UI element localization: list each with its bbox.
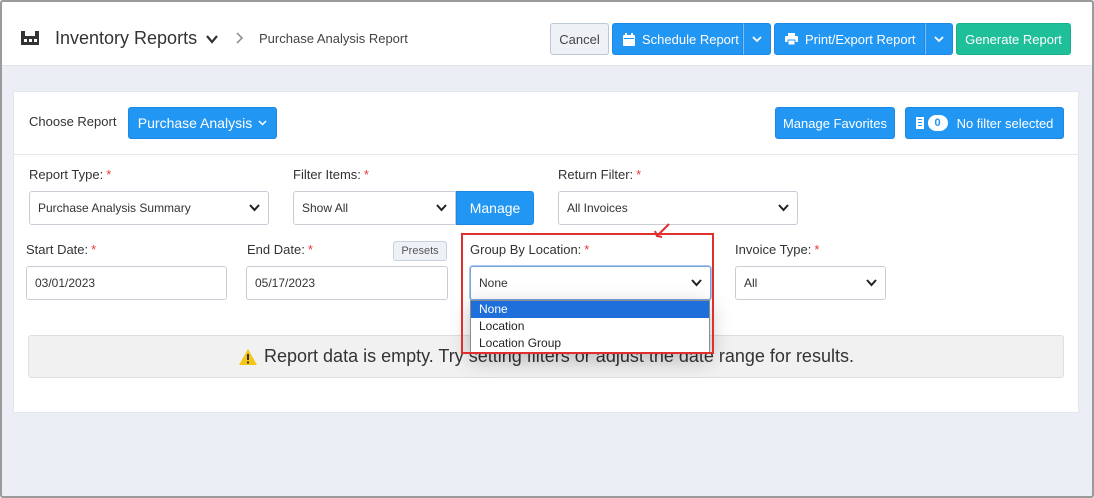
required-marker: * xyxy=(814,242,820,257)
report-type-select[interactable]: Purchase Analysis Summary xyxy=(29,191,269,225)
filter-items-label: Filter Items: * xyxy=(293,167,369,182)
printer-icon xyxy=(785,33,798,45)
group-by-location-label-text: Group By Location: xyxy=(470,242,582,257)
generate-report-button[interactable]: Generate Report xyxy=(956,23,1071,55)
manage-filter-label: Manage xyxy=(469,200,521,216)
filter-status-button[interactable]: 0 No filter selected xyxy=(905,107,1064,139)
print-export-button[interactable]: Print/Export Report xyxy=(774,23,925,55)
chevron-down-icon xyxy=(934,35,944,42)
start-date-label-text: Start Date: xyxy=(26,242,89,257)
chevron-right-icon xyxy=(236,32,244,44)
warning-icon xyxy=(238,348,258,366)
choose-report-value: Purchase Analysis xyxy=(137,115,253,131)
group-by-location-label: Group By Location: * xyxy=(470,242,589,257)
return-filter-label: Return Filter: * xyxy=(558,167,641,182)
presets-label: Presets xyxy=(401,245,439,257)
filter-count-badge: 0 xyxy=(927,115,948,131)
print-export-label: Print/Export Report xyxy=(805,31,916,47)
return-filter-value: All Invoices xyxy=(567,201,628,215)
print-export-dropdown[interactable] xyxy=(925,23,953,55)
chevron-down-icon xyxy=(752,35,762,42)
calendar-icon xyxy=(623,32,635,46)
cancel-label: Cancel xyxy=(559,31,600,47)
dropdown-option[interactable]: Location xyxy=(471,318,709,335)
invoice-type-label-text: Invoice Type: xyxy=(735,242,812,257)
presets-button[interactable]: Presets xyxy=(393,241,447,261)
group-by-location-select[interactable]: None xyxy=(470,266,711,300)
choose-report-button[interactable]: Purchase Analysis xyxy=(128,107,277,139)
schedule-report-button[interactable]: Schedule Report xyxy=(612,23,743,55)
manage-favorites-label: Manage Favorites xyxy=(782,115,888,131)
report-type-value: Purchase Analysis Summary xyxy=(38,201,191,215)
filter-items-value: Show All xyxy=(302,201,349,215)
invoice-type-value: All xyxy=(744,276,758,290)
required-marker: * xyxy=(363,167,369,182)
chevron-down-icon xyxy=(866,279,877,287)
required-marker: * xyxy=(106,167,112,182)
filter-status-label: No filter selected xyxy=(956,115,1054,131)
start-date-input[interactable]: 03/01/2023 xyxy=(26,266,227,300)
group-by-location-value: None xyxy=(479,276,508,290)
chevron-down-icon[interactable] xyxy=(205,32,219,46)
cancel-button[interactable]: Cancel xyxy=(550,23,609,55)
chevron-down-icon xyxy=(691,279,702,287)
report-type-label: Report Type: * xyxy=(29,167,111,182)
breadcrumb: Purchase Analysis Report xyxy=(259,31,408,46)
manage-favorites-button[interactable]: Manage Favorites xyxy=(775,107,895,139)
generate-report-label: Generate Report xyxy=(965,31,1062,47)
invoice-type-label: Invoice Type: * xyxy=(735,242,819,257)
filter-items-select[interactable]: Show All xyxy=(293,191,456,225)
schedule-report-dropdown[interactable] xyxy=(743,23,771,55)
required-marker: * xyxy=(307,242,313,257)
schedule-report-label: Schedule Report xyxy=(642,31,739,47)
filter-items-label-text: Filter Items: xyxy=(293,167,361,182)
dropdown-option[interactable]: None xyxy=(471,301,709,318)
required-marker: * xyxy=(91,242,97,257)
required-marker: * xyxy=(636,167,642,182)
group-by-location-options: None Location Location Group xyxy=(470,300,710,353)
chevron-down-icon xyxy=(436,204,447,212)
app-title: Inventory Reports xyxy=(55,28,198,48)
chevron-down-icon xyxy=(249,204,260,212)
return-filter-label-text: Return Filter: xyxy=(558,167,634,182)
chevron-down-icon xyxy=(778,204,789,212)
end-date-input[interactable]: 05/17/2023 xyxy=(246,266,448,300)
report-card: Choose Report Purchase Analysis Manage F… xyxy=(13,91,1079,413)
factory-icon xyxy=(21,31,39,45)
top-header: Inventory Reports Purchase Analysis Repo… xyxy=(2,2,1092,66)
end-date-label-text: End Date: xyxy=(247,242,305,257)
annotation-arrow-icon xyxy=(654,223,670,238)
required-marker: * xyxy=(584,242,590,257)
invoice-type-select[interactable]: All xyxy=(735,266,886,300)
end-date-value: 05/17/2023 xyxy=(255,276,316,290)
end-date-label: End Date: * xyxy=(247,242,313,257)
dropdown-option[interactable]: Location Group xyxy=(471,335,709,352)
list-icon xyxy=(915,117,924,129)
choose-report-label: Choose Report xyxy=(29,114,117,129)
divider xyxy=(14,154,1078,155)
return-filter-select[interactable]: All Invoices xyxy=(558,191,798,225)
start-date-value: 03/01/2023 xyxy=(35,276,96,290)
chevron-down-icon xyxy=(258,120,267,126)
manage-filter-button[interactable]: Manage xyxy=(456,191,534,225)
start-date-label: Start Date: * xyxy=(26,242,96,257)
report-type-label-text: Report Type: xyxy=(29,167,104,182)
